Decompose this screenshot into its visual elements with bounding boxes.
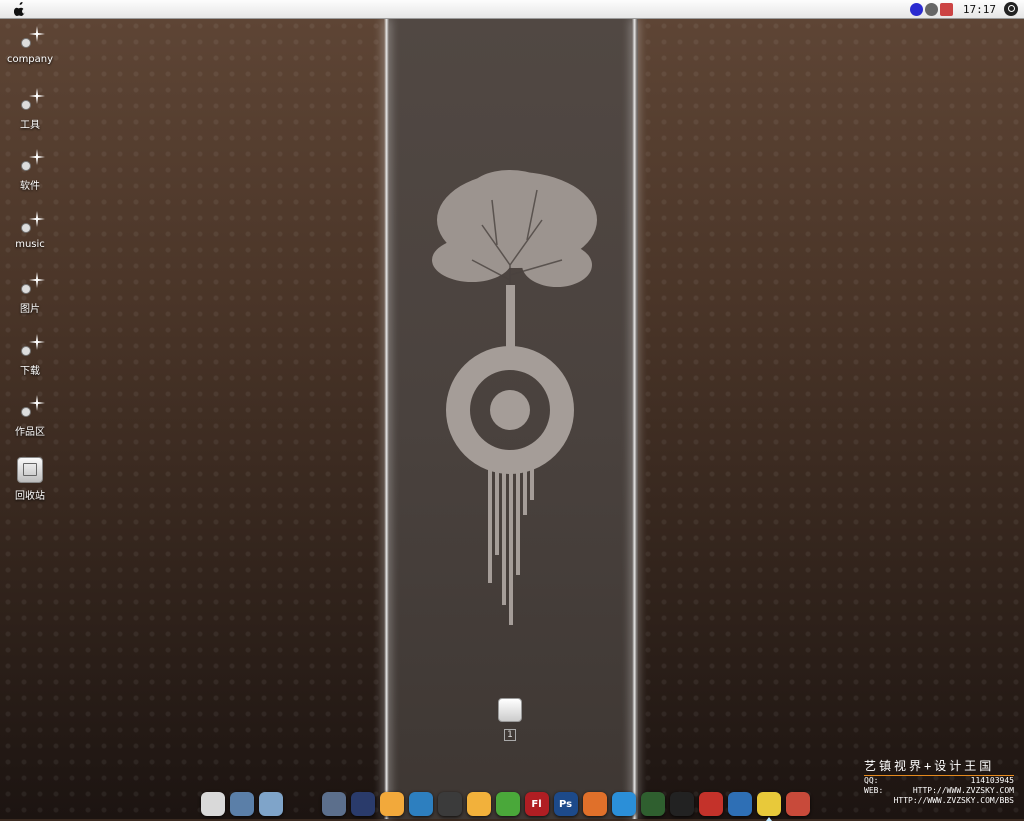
flash-label: Fl [531, 798, 542, 810]
yellow-folder-icon[interactable] [756, 792, 781, 821]
sparkle-folder-icon [15, 333, 45, 360]
desktop-file-item[interactable]: 1 [496, 698, 524, 741]
sparkle-folder-icon [15, 395, 45, 421]
desktop-icon-label: 回收站 [15, 490, 45, 502]
sparkle-folder-icon [15, 272, 45, 298]
watermark-row: WEB: HTTP://WWW.ZVZSKY.COM [864, 786, 1014, 796]
desktop-icon-label: company [6, 54, 54, 65]
desktop-icon-label: 图片 [20, 304, 40, 315]
desktop-icon-2[interactable]: 软件 [0, 149, 60, 192]
file-icon [498, 698, 522, 722]
desktop-icon-label: music [15, 238, 45, 250]
spotlight-search-icon[interactable] [1004, 2, 1018, 16]
tools-app-icon[interactable] [785, 792, 810, 816]
sparkle-folder-icon [15, 26, 45, 52]
notes-app-icon[interactable] [379, 792, 404, 816]
flash-icon[interactable]: Fl [524, 792, 549, 816]
recycle-bin-icon [17, 456, 43, 483]
cat-app-icon[interactable] [437, 792, 462, 816]
tree-target-illustration [432, 170, 597, 625]
green-app-icon[interactable] [495, 792, 520, 816]
desktop-icon-1[interactable]: 工具 [0, 87, 60, 131]
desktop-icon-3[interactable]: music [0, 210, 60, 250]
panel-right-edge [632, 18, 637, 819]
video-app-icon[interactable] [350, 792, 375, 816]
watermark-key: QQ: [864, 776, 879, 785]
desktop-icon-7[interactable]: 回收站 [0, 456, 60, 502]
desktop-icon-4[interactable]: 图片 [0, 272, 60, 315]
watermark-row: QQ: 114103945 [864, 776, 1014, 786]
sparkle-folder-icon [15, 149, 45, 175]
dock: Fl Ps [198, 790, 812, 821]
red-app-icon[interactable] [698, 792, 723, 816]
watermark: 艺镇视界+设计王国 QQ: 114103945 WEB: HTTP://WWW.ZVZ… [864, 757, 1014, 806]
photoshop-label: Ps [558, 798, 573, 810]
gear-icon[interactable] [924, 2, 938, 16]
monitor-app-icon[interactable] [258, 792, 283, 816]
user-icon[interactable] [939, 2, 953, 16]
blank-app-icon[interactable] [200, 792, 225, 816]
desktop-icon-label: 软件 [20, 181, 40, 192]
watermark-row: HTTP://WWW.ZVZSKY.COM/BBS [864, 796, 1014, 806]
sparkle-folder-icon [15, 87, 45, 114]
watermark-title: 艺镇视界+设计王国 [864, 757, 1014, 776]
network-app-icon[interactable] [229, 792, 254, 816]
menu-bar: 17:17 [0, 0, 1024, 19]
windows-app-icon[interactable] [640, 792, 665, 816]
desktop-icon-label: 工具 [20, 119, 40, 131]
watermark-key: WEB: [864, 786, 884, 795]
active-indicator [765, 817, 772, 821]
watermark-value: HTTP://WWW.ZVZSKY.COM [912, 786, 1014, 795]
watermark-value: 114103945 [970, 776, 1014, 785]
desktop-icon-label: 下载 [20, 365, 40, 377]
file-label: 1 [504, 729, 516, 741]
desktop-icon-6[interactable]: 作品区 [0, 395, 60, 438]
qq-penguin-icon[interactable] [669, 792, 694, 816]
bird-app-icon[interactable] [727, 792, 752, 816]
orange-app-icon[interactable] [582, 792, 607, 816]
ie-browser-icon[interactable] [611, 792, 636, 816]
panel-left-edge [384, 18, 389, 819]
sparkle-folder-icon [15, 210, 45, 237]
sun-app-icon[interactable] [466, 792, 491, 816]
menu-clock[interactable]: 17:17 [963, 3, 996, 16]
apple-menu-icon[interactable] [14, 2, 28, 16]
spiral-app-icon[interactable] [408, 792, 433, 816]
network-icon[interactable] [909, 2, 923, 16]
desktop-icon-0[interactable]: company [0, 26, 60, 65]
3dsmax-icon[interactable] [321, 792, 346, 816]
desktop-icon-label: 作品区 [15, 427, 45, 438]
photoshop-icon[interactable]: Ps [553, 792, 578, 816]
desktop-icon-5[interactable]: 下载 [0, 333, 60, 377]
watermark-value: HTTP://WWW.ZVZSKY.COM/BBS [893, 796, 1014, 805]
